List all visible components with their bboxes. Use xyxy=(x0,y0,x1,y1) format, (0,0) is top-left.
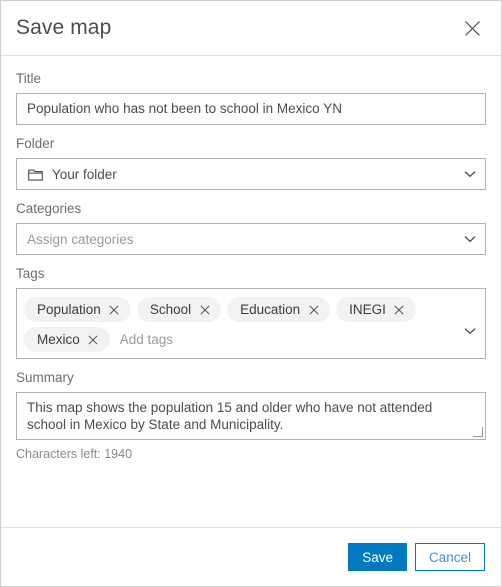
categories-label: Categories xyxy=(16,201,82,216)
field-tags: Tags Population School Education INEGI M… xyxy=(16,265,486,359)
categories-placeholder: Assign categories xyxy=(27,231,134,247)
close-icon[interactable] xyxy=(199,304,210,315)
title-input-value: Population who has not been to school in… xyxy=(27,101,342,116)
close-icon[interactable] xyxy=(459,15,485,41)
tag-label: INEGI xyxy=(349,302,386,317)
tag-chip[interactable]: INEGI xyxy=(336,297,416,322)
categories-select[interactable]: Assign categories xyxy=(16,223,486,255)
chevron-down-icon xyxy=(463,167,477,181)
characters-left-text: Characters left: 1940 xyxy=(16,447,133,461)
dialog-body: Title Population who has not been to sch… xyxy=(1,56,501,527)
tag-label: Population xyxy=(37,302,101,317)
close-icon[interactable] xyxy=(109,304,120,315)
title-label: Title xyxy=(16,71,42,86)
tags-input[interactable]: Population School Education INEGI Mexico… xyxy=(16,288,486,359)
chevron-down-icon[interactable] xyxy=(463,324,477,338)
tag-label: School xyxy=(149,302,192,317)
dialog-footer: Save Cancel xyxy=(1,527,501,586)
tags-list: Population School Education INEGI Mexico… xyxy=(24,295,463,352)
save-button[interactable]: Save xyxy=(348,543,407,571)
folder-icon xyxy=(27,167,43,182)
cancel-button[interactable]: Cancel xyxy=(414,543,485,571)
tag-chip[interactable]: Education xyxy=(227,297,331,322)
close-icon[interactable] xyxy=(88,334,99,345)
field-title: Title Population who has not been to sch… xyxy=(16,70,486,125)
folder-select-value: Your folder xyxy=(52,166,117,182)
save-map-dialog: Save map Title Population who has not be… xyxy=(0,0,502,587)
title-input[interactable]: Population who has not been to school in… xyxy=(16,93,486,125)
summary-label: Summary xyxy=(16,370,74,385)
tag-chip[interactable]: Mexico xyxy=(24,327,110,352)
field-categories: Categories Assign categories xyxy=(16,200,486,255)
dialog-header: Save map xyxy=(1,1,501,56)
resize-handle[interactable] xyxy=(473,427,483,437)
tag-chip[interactable]: School xyxy=(136,297,222,322)
close-icon[interactable] xyxy=(394,304,405,315)
tags-label: Tags xyxy=(16,266,45,281)
summary-value: This map shows the population 15 and old… xyxy=(27,400,433,432)
add-tags-placeholder[interactable]: Add tags xyxy=(116,327,173,352)
chevron-down-icon xyxy=(463,232,477,246)
folder-label: Folder xyxy=(16,136,55,151)
close-icon[interactable] xyxy=(308,304,319,315)
folder-select[interactable]: Your folder xyxy=(16,158,486,190)
field-folder: Folder Your folder xyxy=(16,135,486,190)
summary-textarea[interactable]: This map shows the population 15 and old… xyxy=(16,392,486,440)
tag-chip[interactable]: Population xyxy=(24,297,131,322)
tag-label: Mexico xyxy=(37,332,80,347)
field-summary: Summary This map shows the population 15… xyxy=(16,369,486,461)
page-title: Save map xyxy=(16,16,112,39)
tag-label: Education xyxy=(240,302,301,317)
